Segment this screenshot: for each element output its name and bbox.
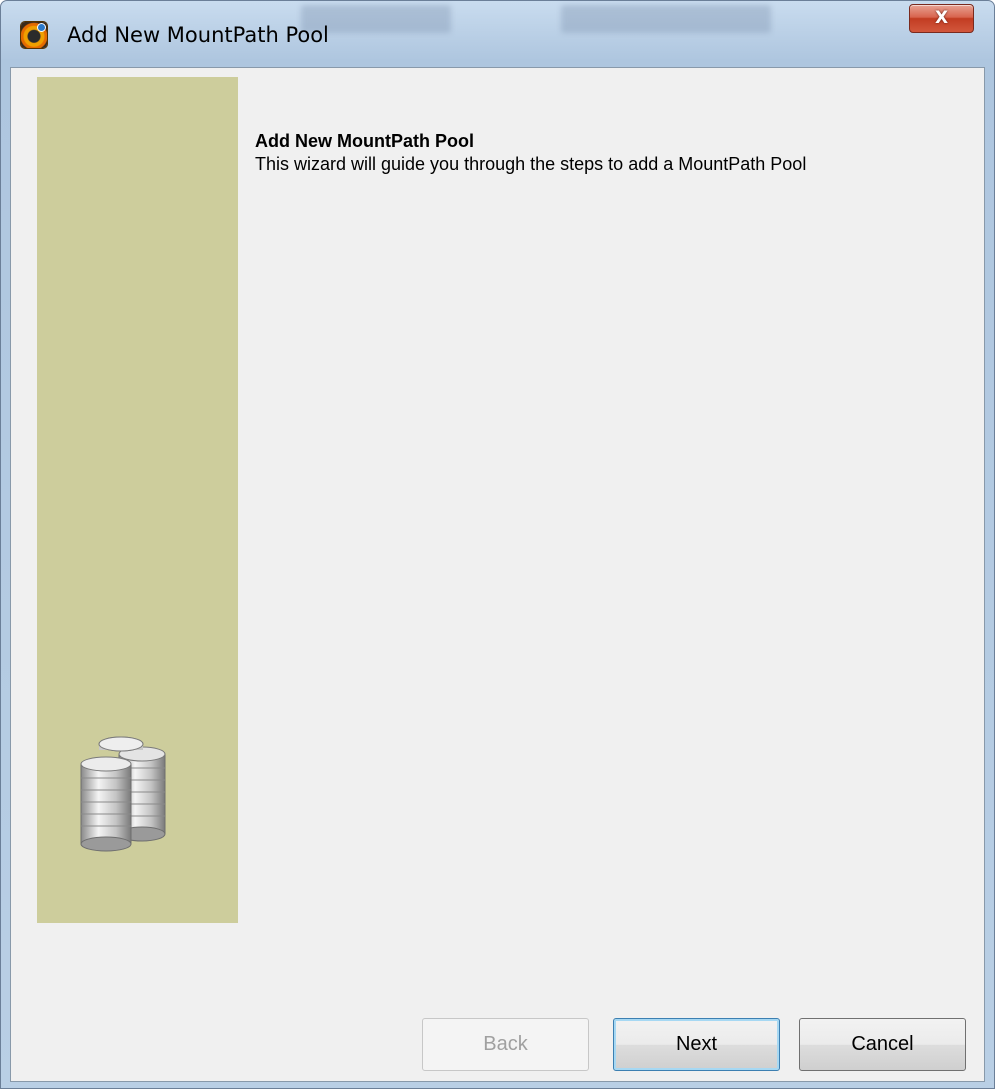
wizard-content: Add New MountPath Pool This wizard will …	[10, 67, 985, 1082]
coin-stacks-icon	[80, 736, 166, 852]
wizard-description: This wizard will guide you through the s…	[255, 154, 807, 174]
app-icon	[21, 22, 47, 48]
title-bar[interactable]: Add New MountPath Pool X	[1, 1, 994, 67]
cancel-button[interactable]: Cancel	[799, 1018, 966, 1071]
next-button[interactable]: Next	[613, 1018, 780, 1071]
wizard-heading: Add New MountPath Pool	[255, 131, 474, 151]
wizard-window: Add New MountPath Pool X Add New MountPa…	[0, 0, 995, 1089]
back-button[interactable]: Back	[422, 1018, 589, 1071]
background-blur	[561, 5, 771, 33]
close-button[interactable]: X	[909, 4, 974, 33]
wizard-side-panel	[37, 77, 238, 923]
window-title: Add New MountPath Pool	[67, 23, 329, 47]
